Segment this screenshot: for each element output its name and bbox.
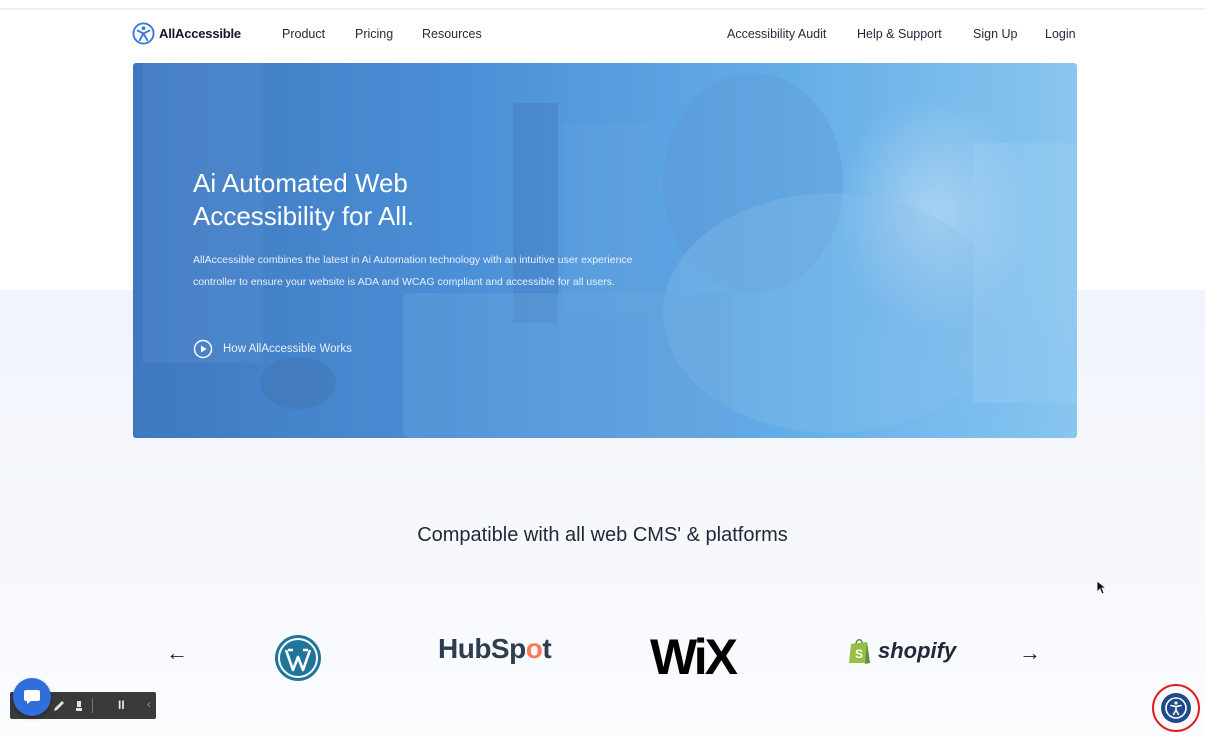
pencil-icon[interactable] [52,699,66,713]
play-circle-icon [193,339,213,359]
nav-pricing[interactable]: Pricing [355,27,393,41]
accessibility-icon [1165,697,1187,719]
chat-button[interactable] [13,678,51,716]
carousel-next-arrow[interactable]: → [1019,640,1041,666]
how-it-works-label: How AllAccessible Works [223,343,352,355]
hero-title-line2: Accessibility for All. [193,201,415,232]
shopify-text: shopify [878,638,957,663]
nav-resources[interactable]: Resources [422,27,482,41]
how-it-works-link[interactable]: How AllAccessible Works [193,339,352,359]
logo-text-rest: Accessible [175,26,241,41]
hero-desc-line1: AllAccessible combines the latest in Ai … [193,253,633,266]
logo-text: AllAccessible [159,26,241,41]
pause-icon[interactable]: II [118,698,125,712]
nav-product[interactable]: Product [282,27,325,41]
nav-help-support[interactable]: Help & Support [857,27,942,41]
toolbar-divider [92,698,93,713]
hero-banner: Ai Automated Web Accessibility for All. … [133,63,1077,438]
shopify-logo: S shopify [848,637,956,665]
top-navigation: AllAccessible Product Pricing Resources … [0,0,1205,66]
svg-text:S: S [855,647,863,661]
hero-title-line1: Ai Automated Web [193,168,408,199]
wix-logo: WiX [650,629,738,685]
chat-bubble-icon [24,690,40,704]
wordpress-logo-icon [275,635,321,681]
topbar-divider [0,8,1205,10]
allaccessible-logo-icon [132,22,155,45]
nav-sign-up[interactable]: Sign Up [973,27,1017,41]
site-logo[interactable]: AllAccessible [132,22,241,45]
highlighter-icon[interactable] [72,699,86,713]
chevron-left-icon[interactable]: ‹ [147,697,151,711]
nav-accessibility-audit[interactable]: Accessibility Audit [727,27,826,41]
hero-description: AllAccessible combines the latest in Ai … [193,249,773,293]
hubspot-logo: HubSpot [438,633,552,665]
hero-title: Ai Automated Web Accessibility for All. [193,167,613,233]
nav-login[interactable]: Login [1045,27,1076,41]
hubspot-text-a: HubSp [438,633,526,664]
accessibility-widget-button[interactable] [1152,684,1200,732]
logo-text-bold: All [159,26,176,41]
shopify-bag-icon: S [849,639,870,664]
hubspot-text-b: t [542,633,552,664]
compat-title: Compatible with all web CMS' & platforms [417,524,788,546]
mouse-cursor-icon [1097,581,1107,595]
hero-desc-line2: controller to ensure your website is ADA… [193,275,615,288]
hubspot-text-o: o [525,633,543,664]
carousel-prev-arrow[interactable]: ← [166,640,188,666]
accessibility-button-inner [1161,693,1191,723]
